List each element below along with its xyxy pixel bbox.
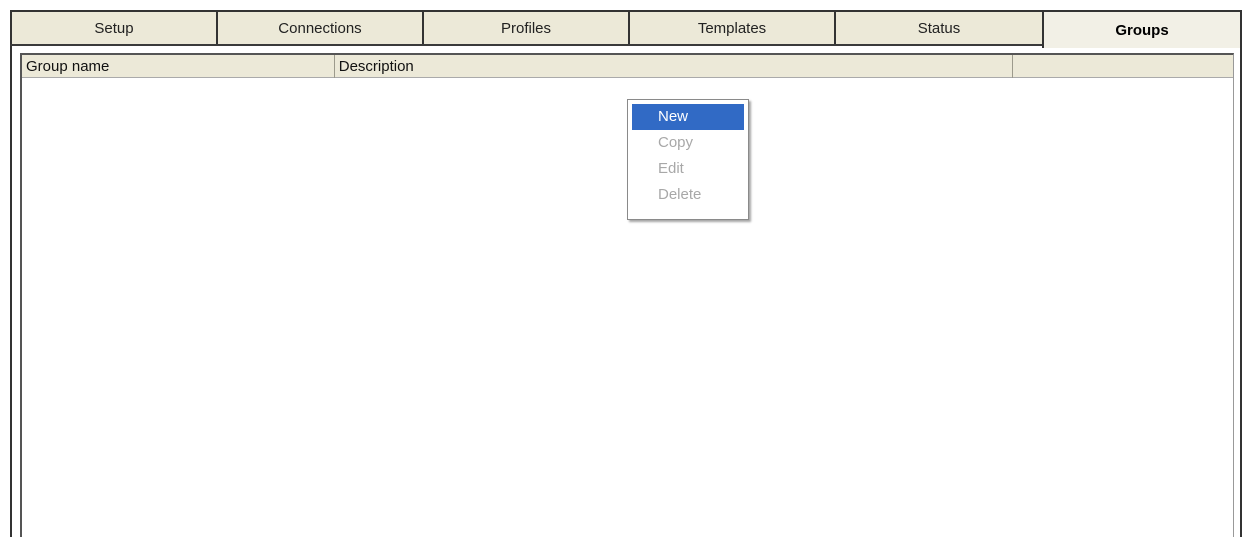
tab-label: Groups (1115, 21, 1169, 39)
menu-item-delete[interactable]: Delete (632, 182, 744, 208)
column-label: Description (338, 58, 414, 75)
tab-label: Setup (94, 19, 134, 37)
context-menu: New Copy Edit Delete (627, 99, 749, 220)
menu-item-label: Copy (658, 134, 694, 151)
tab-label: Profiles (500, 19, 552, 37)
tab-content-frame: Group name Description (10, 46, 1242, 537)
tab-label: Connections (278, 19, 362, 37)
menu-item-edit[interactable]: Edit (632, 156, 744, 182)
tab-strip: Setup Connections Profiles Templates Sta… (10, 10, 1242, 48)
menu-item-label: New (658, 108, 689, 125)
menu-item-label: Edit (658, 160, 684, 177)
groups-window: Setup Connections Profiles Templates Sta… (0, 0, 1250, 537)
tab-groups[interactable]: Groups (1042, 10, 1242, 48)
column-header-filler[interactable] (1013, 55, 1233, 78)
tab-templates[interactable]: Templates (628, 10, 834, 44)
column-header-group-name[interactable]: Group name (22, 55, 335, 78)
menu-item-new[interactable]: New (632, 104, 744, 130)
tab-connections[interactable]: Connections (216, 10, 422, 44)
menu-item-label: Delete (658, 186, 702, 203)
tab-setup[interactable]: Setup (10, 10, 216, 44)
tab-label: Templates (697, 19, 767, 37)
menu-item-copy[interactable]: Copy (632, 130, 744, 156)
list-header: Group name Description (22, 55, 1233, 78)
tab-profiles[interactable]: Profiles (422, 10, 628, 44)
tab-status[interactable]: Status (834, 10, 1042, 44)
column-label: Group name (26, 58, 110, 75)
column-header-description[interactable]: Description (335, 55, 1014, 78)
tab-label: Status (917, 19, 961, 37)
